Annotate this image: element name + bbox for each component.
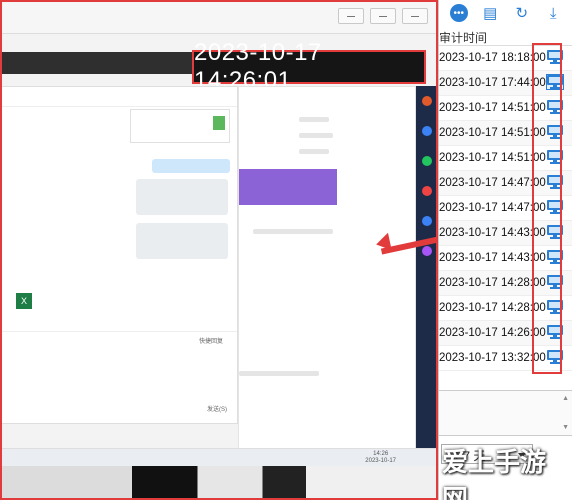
scroll-down-arrow-icon[interactable]: ▼: [562, 424, 569, 431]
audit-time-cell: 2023-10-17 18:18:00: [439, 52, 546, 64]
audit-time-cell: 2023-10-17 14:51:00: [439, 152, 546, 164]
app-icon[interactable]: [422, 126, 432, 136]
list-scroll-area[interactable]: ▲ ▼: [439, 390, 572, 436]
chat-bubble-icon[interactable]: •••: [449, 4, 468, 22]
audit-time-cell: 2023-10-17 14:28:00: [439, 277, 546, 289]
taskbar-clock: 14:26 2023-10-17: [365, 451, 396, 464]
file-icon: [213, 116, 225, 130]
close-button[interactable]: [402, 8, 428, 24]
scroll-up-arrow-icon[interactable]: ▲: [562, 395, 569, 402]
document-icon[interactable]: ▤: [481, 4, 499, 22]
blurred-message: [136, 179, 228, 215]
blurred-text: [299, 149, 329, 154]
blurred-text: [299, 117, 329, 122]
audit-time-cell: 2023-10-17 14:43:00: [439, 252, 546, 264]
monitor-icons-highlight-box: [532, 43, 562, 374]
app-icon[interactable]: [422, 216, 432, 226]
chat-window: X 快捷回复 发送(S): [2, 86, 238, 424]
blurred-text: [299, 133, 333, 138]
taskbar: 14:26 2023-10-17: [2, 448, 436, 466]
dark-toolbar-strip: [2, 52, 202, 74]
download-icon[interactable]: ⤓: [544, 4, 562, 22]
refresh-icon[interactable]: ↻: [513, 4, 531, 22]
blurred-message: [136, 223, 228, 259]
file-message-card[interactable]: [130, 109, 230, 143]
excel-file-icon[interactable]: X: [16, 293, 32, 309]
audit-time-cell: 2023-10-17 14:47:00: [439, 202, 546, 214]
maximize-button[interactable]: [370, 8, 396, 24]
audit-time-cell: 2023-10-17 13:32:00: [439, 352, 546, 364]
window-titlebar: [2, 2, 436, 34]
audit-time-cell: 2023-10-17 14:51:00: [439, 127, 546, 139]
blurred-message: [152, 159, 230, 173]
audit-time-cell: 2023-10-17 17:44:00: [439, 77, 546, 89]
watermark-logo: 爱上手游网: [442, 448, 547, 500]
app-icon[interactable]: [422, 186, 432, 196]
audit-time-cell: 2023-10-17 14:26:00: [439, 327, 546, 339]
send-button[interactable]: 发送(S): [207, 404, 227, 413]
blurred-text: [253, 229, 333, 234]
audit-time-cell: 2023-10-17 14:47:00: [439, 177, 546, 189]
audit-time-cell: 2023-10-17 14:43:00: [439, 227, 546, 239]
chat-input-toolbar: 快捷回复: [2, 331, 237, 349]
chat-header: [2, 87, 237, 107]
promo-banner[interactable]: [239, 169, 337, 205]
screenshot-timestamp: 2023-10-17 14:26:01: [192, 39, 426, 94]
audit-time-cell: 2023-10-17 14:28:00: [439, 302, 546, 314]
bottom-screenshot-strip: [2, 466, 436, 498]
blurred-text: [239, 371, 319, 376]
app-icon[interactable]: [422, 96, 432, 106]
audit-toolbar: ••• ▤ ↻ ⤓: [439, 0, 572, 26]
minimize-button[interactable]: [338, 8, 364, 24]
app-icon[interactable]: [422, 246, 432, 256]
contact-info-pane: [238, 86, 416, 466]
window-controls: [338, 8, 428, 24]
app-icon[interactable]: [422, 156, 432, 166]
audit-time-cell: 2023-10-17 14:51:00: [439, 102, 546, 114]
quick-reply-button[interactable]: 快捷回复: [199, 336, 223, 345]
app-sidebar: [416, 86, 436, 466]
desktop-screenshot-panel: 2023-10-17 14:26:01 X 快捷回复 发送(S) 14:26 2…: [0, 0, 438, 500]
screenshot-composite: { "overlay_timestamp": "2023-10-17 14:26…: [0, 0, 572, 500]
